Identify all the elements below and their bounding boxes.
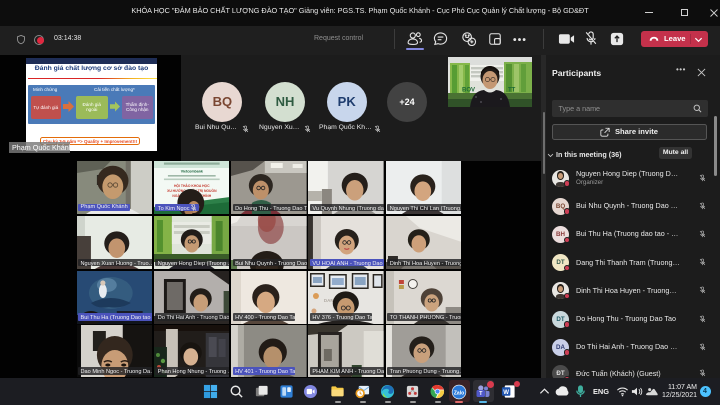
svg-text:HỘI THẢO KHOA HỌC: HỘI THẢO KHOA HỌC xyxy=(174,183,210,188)
svg-text:Zalo: Zalo xyxy=(454,390,464,396)
svg-text:W: W xyxy=(503,388,509,395)
svg-text:Vietcombank: Vietcombank xyxy=(181,169,203,173)
svg-text:BOV: BOV xyxy=(462,88,475,94)
svg-text:TT: TT xyxy=(508,88,516,94)
